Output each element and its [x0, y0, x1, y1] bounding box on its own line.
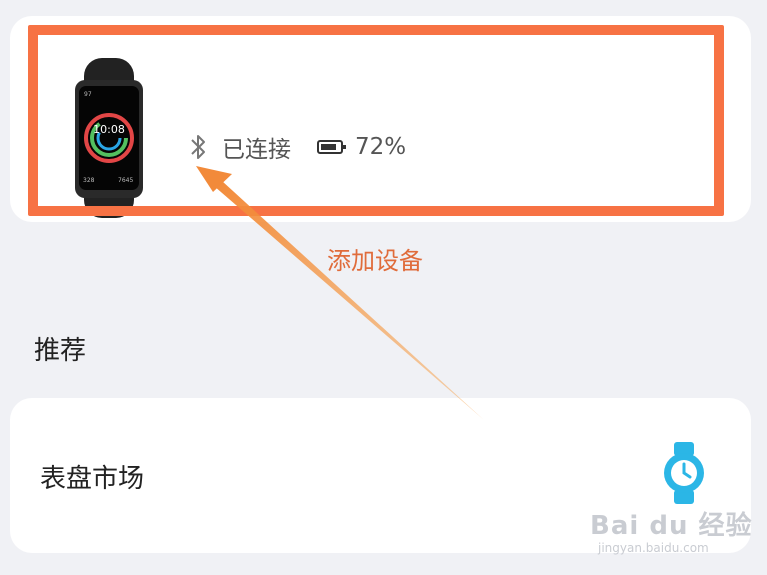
watch-icon — [664, 442, 704, 504]
watchface-market-label: 表盘市场 — [40, 464, 145, 494]
add-device-button[interactable]: 添加设备 — [327, 241, 423, 276]
watermark: Bai du 经验 — [590, 511, 753, 541]
recommend-section-title: 推荐 — [34, 336, 87, 366]
watermark-site: jingyan.baidu.com — [598, 541, 709, 555]
highlight-annotation — [28, 25, 724, 216]
